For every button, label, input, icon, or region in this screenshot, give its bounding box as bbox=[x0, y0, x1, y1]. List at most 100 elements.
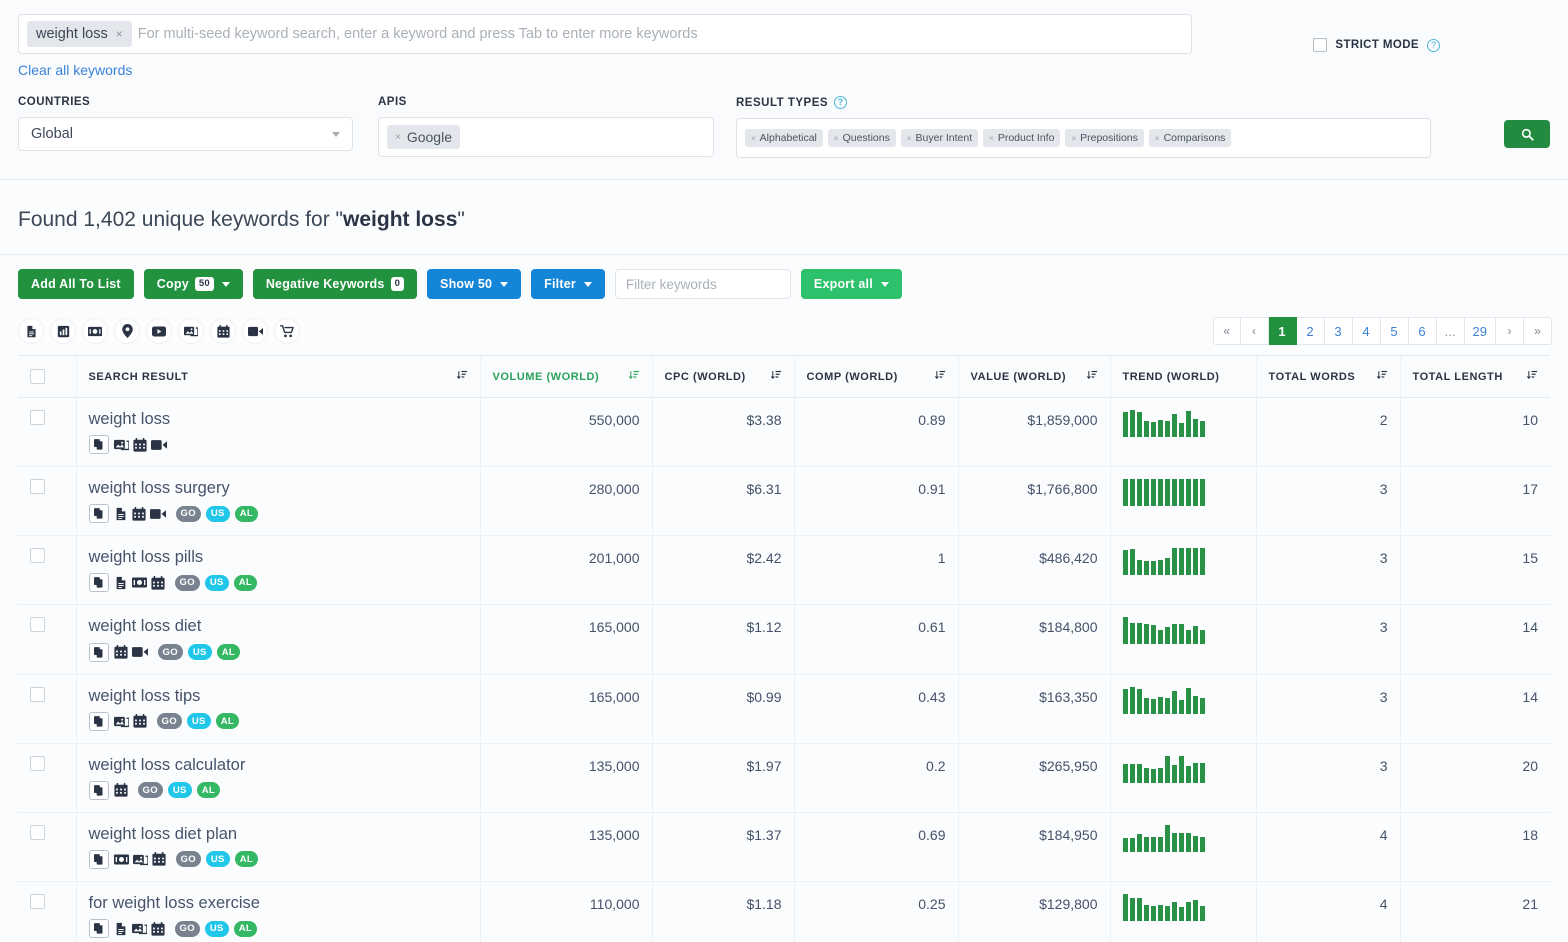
keyword-text[interactable]: weight loss calculator bbox=[89, 756, 468, 774]
money-icon[interactable] bbox=[113, 853, 129, 866]
money-icon[interactable] bbox=[131, 576, 147, 589]
badge-us[interactable]: US bbox=[187, 644, 212, 661]
row-checkbox[interactable] bbox=[30, 755, 45, 771]
help-icon[interactable]: ? bbox=[834, 96, 848, 109]
video-icon[interactable] bbox=[150, 439, 167, 451]
badge-go[interactable]: GO bbox=[157, 644, 183, 661]
close-icon[interactable]: × bbox=[751, 134, 756, 143]
pagination-page-6[interactable]: 6 bbox=[1408, 317, 1437, 345]
sort-icon[interactable] bbox=[1376, 370, 1388, 384]
calendar-icon[interactable] bbox=[150, 921, 165, 936]
close-icon[interactable]: × bbox=[395, 132, 401, 143]
pagination-last[interactable]: » bbox=[1524, 317, 1552, 345]
copy-keyword-button[interactable] bbox=[88, 573, 109, 593]
badge-al[interactable]: AL bbox=[196, 782, 220, 799]
close-icon[interactable]: × bbox=[1155, 134, 1160, 143]
column-header-comp[interactable]: COMP (WORLD) bbox=[794, 355, 959, 398]
badge-go[interactable]: GO bbox=[174, 920, 200, 937]
money-icon[interactable] bbox=[82, 318, 108, 344]
badge-us[interactable]: US bbox=[186, 713, 211, 730]
pagination-page-5[interactable]: 5 bbox=[1380, 317, 1409, 345]
badge-us[interactable]: US bbox=[204, 574, 229, 591]
copy-keyword-button[interactable] bbox=[88, 849, 109, 869]
column-header-search-result[interactable]: SEARCH RESULT bbox=[76, 355, 481, 398]
seed-keyword-input[interactable]: weight loss × For multi-seed keyword sea… bbox=[18, 14, 1192, 54]
badge-go[interactable]: GO bbox=[137, 782, 163, 799]
row-checkbox[interactable] bbox=[30, 893, 45, 909]
badge-al[interactable]: AL bbox=[234, 851, 258, 868]
badge-al[interactable]: AL bbox=[216, 644, 240, 661]
document-icon[interactable] bbox=[114, 922, 128, 936]
badge-go[interactable]: GO bbox=[174, 574, 200, 591]
country-select[interactable]: Global bbox=[18, 117, 353, 151]
result-type-tag[interactable]: × Alphabetical bbox=[745, 129, 823, 147]
search-button[interactable] bbox=[1504, 120, 1550, 148]
sort-icon[interactable] bbox=[1526, 370, 1538, 384]
keyword-text[interactable]: weight loss diet bbox=[89, 617, 468, 635]
help-icon[interactable]: ? bbox=[1427, 38, 1440, 52]
pagination-page-4[interactable]: 4 bbox=[1352, 317, 1381, 345]
pagination-prev[interactable]: ‹ bbox=[1240, 317, 1269, 345]
column-header-total-length[interactable]: TOTAL LENGTH bbox=[1400, 355, 1550, 398]
result-type-tag[interactable]: × Product Info bbox=[983, 129, 1061, 147]
pagination-first[interactable]: « bbox=[1212, 317, 1241, 345]
copy-keyword-button[interactable] bbox=[88, 711, 109, 731]
negative-keywords-button[interactable]: Negative Keywords 0 bbox=[252, 269, 418, 299]
pagination-page-1[interactable]: 1 bbox=[1268, 317, 1297, 345]
row-checkbox[interactable] bbox=[30, 617, 45, 633]
location-pin-icon[interactable] bbox=[114, 318, 140, 344]
sort-icon[interactable] bbox=[1086, 370, 1098, 384]
add-all-to-list-button[interactable]: Add All To List bbox=[18, 269, 134, 299]
close-icon[interactable]: × bbox=[907, 134, 912, 143]
column-header-cpc[interactable]: CPC (WORLD) bbox=[652, 355, 795, 398]
filter-button[interactable]: Filter bbox=[531, 269, 605, 299]
sort-icon[interactable] bbox=[770, 370, 782, 384]
close-icon[interactable]: × bbox=[989, 134, 994, 143]
copy-keyword-button[interactable] bbox=[88, 642, 109, 662]
result-type-tag[interactable]: × Buyer Intent bbox=[900, 129, 979, 147]
row-checkbox[interactable] bbox=[30, 548, 45, 564]
pagination-page-last[interactable]: 29 bbox=[1464, 317, 1496, 345]
close-icon[interactable]: × bbox=[116, 27, 123, 41]
show-count-button[interactable]: Show 50 bbox=[427, 269, 522, 299]
badge-go[interactable]: GO bbox=[175, 851, 201, 868]
pagination-page-3[interactable]: 3 bbox=[1324, 317, 1353, 345]
video-icon[interactable] bbox=[149, 508, 166, 520]
sort-icon[interactable] bbox=[628, 370, 640, 384]
filter-keywords-input[interactable] bbox=[614, 269, 791, 299]
row-checkbox[interactable] bbox=[30, 686, 45, 702]
calendar-icon[interactable] bbox=[113, 783, 128, 797]
calendar-icon[interactable] bbox=[150, 575, 165, 590]
calendar-icon[interactable] bbox=[151, 852, 166, 867]
badge-us[interactable]: US bbox=[204, 920, 229, 937]
document-icon[interactable] bbox=[114, 576, 128, 590]
calendar-icon[interactable] bbox=[132, 437, 147, 452]
calendar-icon[interactable] bbox=[210, 318, 236, 344]
result-type-tag[interactable]: × Questions bbox=[827, 129, 896, 147]
result-types-tag-box[interactable]: × Alphabetical × Questions × Buyer Inten… bbox=[736, 118, 1431, 158]
image-icon[interactable] bbox=[132, 853, 148, 866]
pagination-next[interactable]: › bbox=[1496, 317, 1524, 345]
keyword-text[interactable]: weight loss surgery bbox=[89, 479, 468, 497]
result-type-tag[interactable]: × Prepositions bbox=[1065, 129, 1144, 147]
chart-icon[interactable] bbox=[50, 318, 76, 344]
shopping-cart-icon[interactable] bbox=[274, 318, 300, 344]
image-icon[interactable] bbox=[178, 318, 204, 344]
sort-icon[interactable] bbox=[934, 370, 946, 384]
copy-keyword-button[interactable] bbox=[88, 504, 109, 524]
copy-keyword-button[interactable] bbox=[88, 919, 109, 939]
image-icon[interactable] bbox=[113, 715, 129, 728]
copy-keyword-button[interactable] bbox=[88, 435, 109, 455]
video-icon[interactable] bbox=[242, 318, 268, 344]
calendar-icon[interactable] bbox=[132, 714, 147, 728]
column-header-value[interactable]: VALUE (WORLD) bbox=[958, 355, 1111, 398]
close-icon[interactable]: × bbox=[1071, 134, 1076, 143]
clear-all-keywords-link[interactable]: Clear all keywords bbox=[18, 62, 1550, 78]
row-checkbox[interactable] bbox=[30, 824, 45, 840]
badge-us[interactable]: US bbox=[167, 782, 192, 799]
result-type-tag[interactable]: × Comparisons bbox=[1148, 129, 1232, 147]
badge-us[interactable]: US bbox=[205, 505, 230, 522]
strict-mode-checkbox[interactable] bbox=[1313, 38, 1328, 52]
copy-keyword-button[interactable] bbox=[88, 780, 109, 800]
keyword-text[interactable]: weight loss pills bbox=[89, 548, 468, 566]
